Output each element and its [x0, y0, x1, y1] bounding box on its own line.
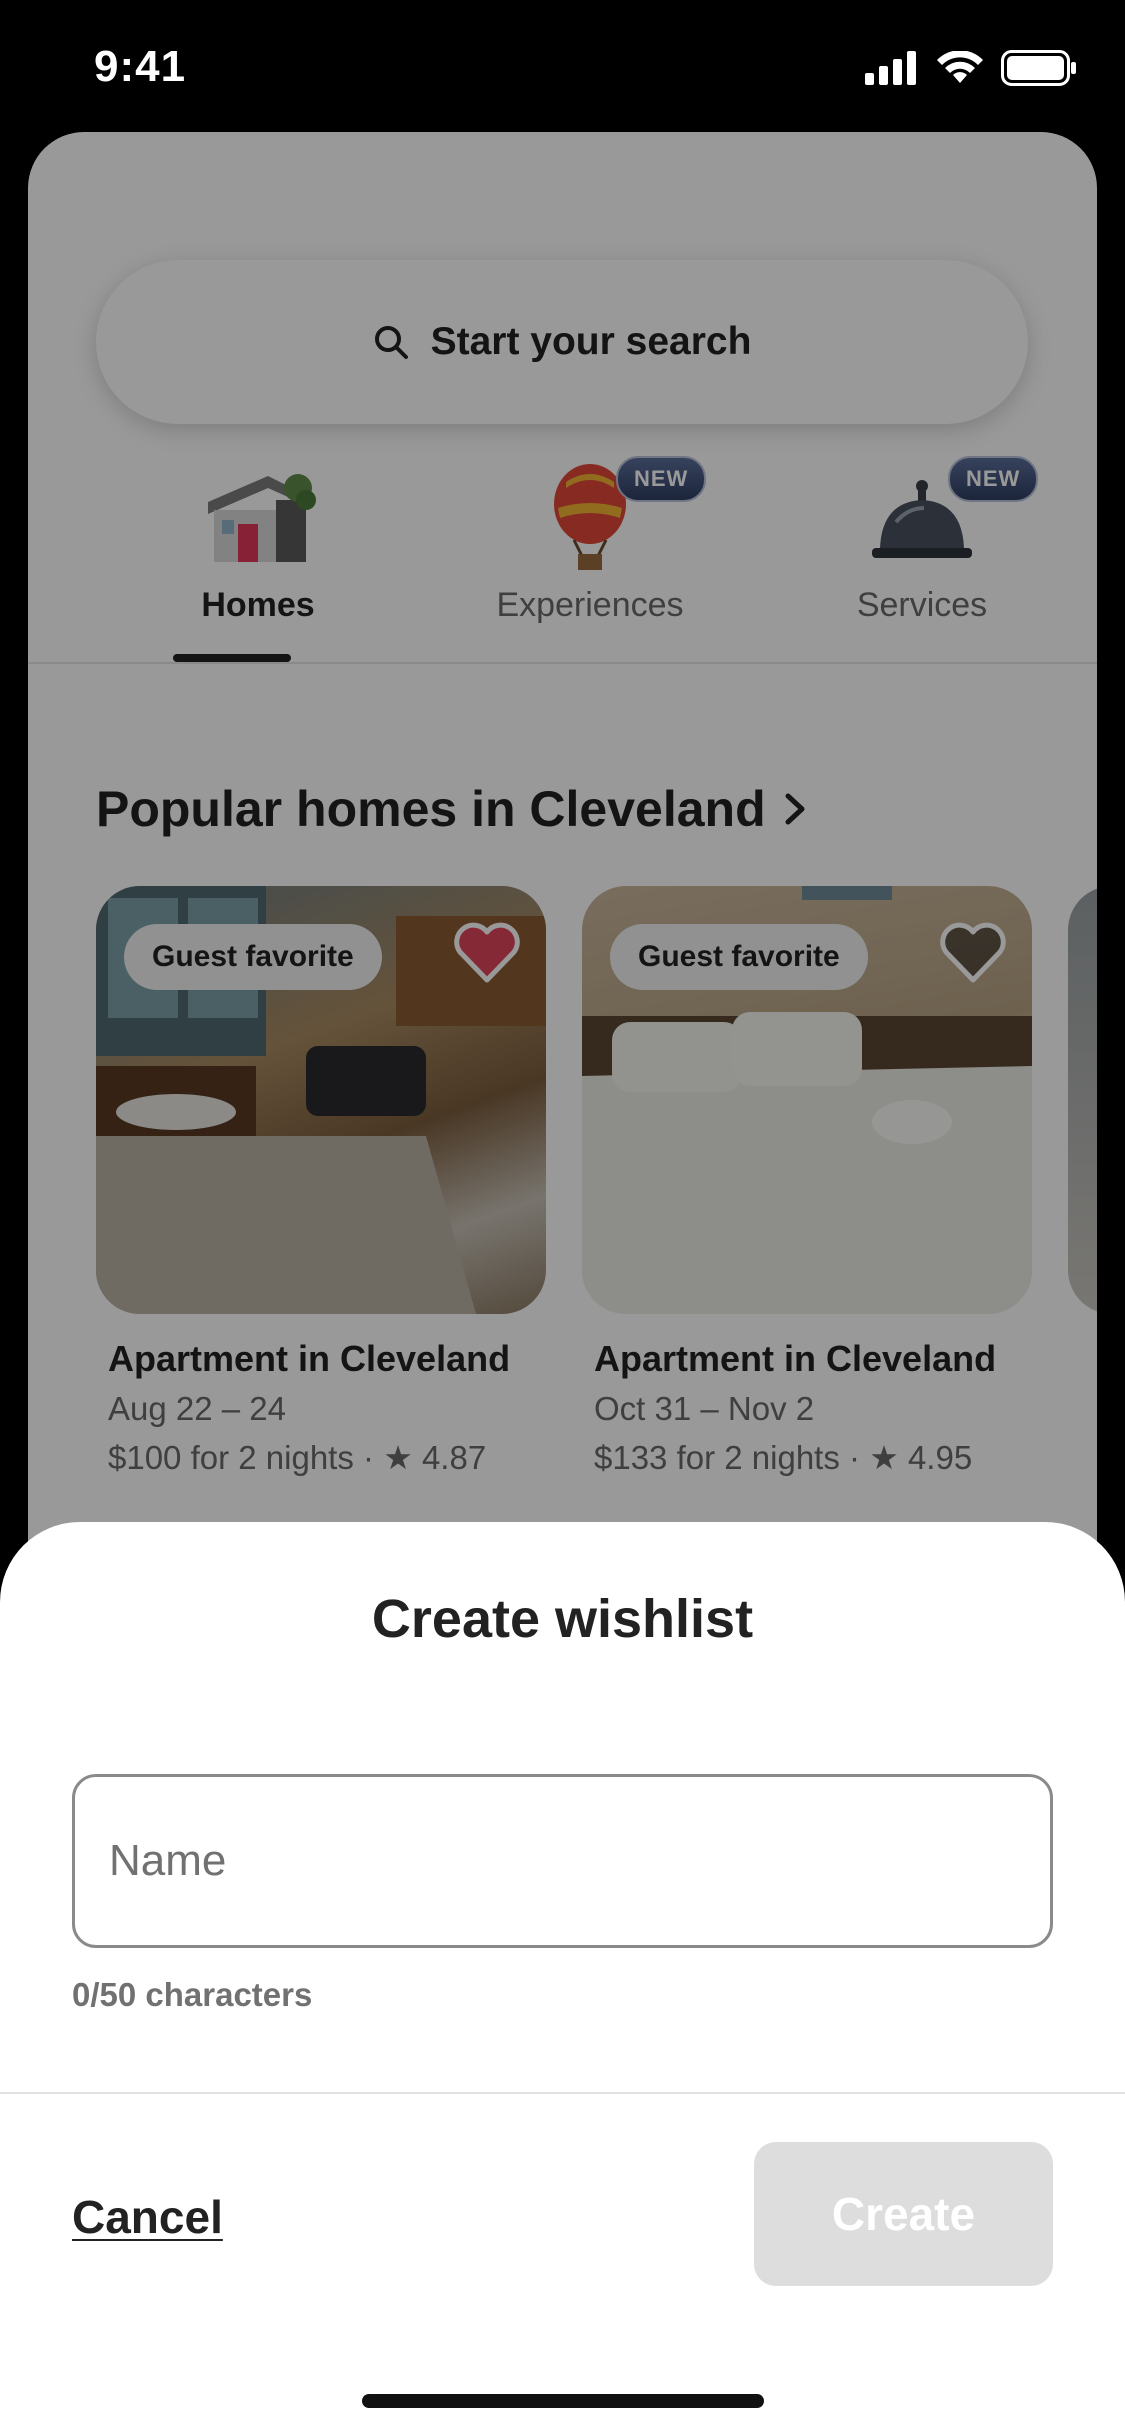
create-button[interactable]: Create: [754, 2142, 1053, 2286]
character-count: 0/50 characters: [72, 1976, 313, 2013]
wifi-icon: [937, 51, 983, 83]
cancel-button[interactable]: Cancel: [72, 2190, 223, 2244]
status-bar: 9:41: [0, 0, 1125, 132]
sheet-divider: [0, 2092, 1125, 2094]
home-indicator: [362, 2394, 764, 2408]
cellular-signal-icon: [865, 51, 916, 85]
create-wishlist-sheet: Create wishlist 0/50 characters Cancel C…: [0, 1522, 1125, 2436]
status-time: 9:41: [94, 42, 187, 91]
sheet-title: Create wishlist: [371, 1589, 754, 1649]
wishlist-name-input[interactable]: [72, 1774, 1053, 1948]
battery-icon: [1001, 50, 1076, 86]
status-icons: [865, 50, 1077, 86]
